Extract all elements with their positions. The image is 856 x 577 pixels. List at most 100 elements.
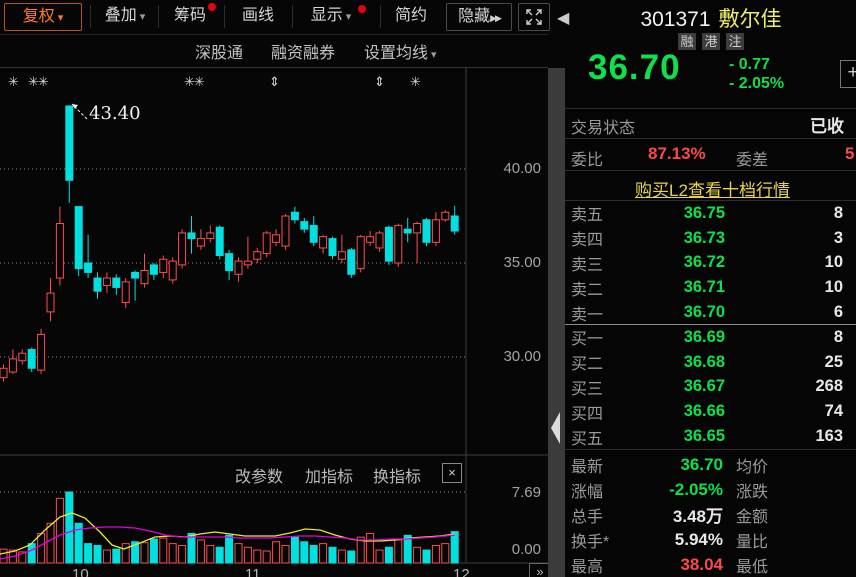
level-volume: 268 [725,377,843,396]
level-label: 卖三 [571,251,617,275]
level-label: 买四 [571,400,617,424]
margin-badge: 融 [678,33,696,50]
back-arrow-icon[interactable]: ◀ [557,8,569,28]
candlestick-chart[interactable] [0,68,548,577]
level-label: 卖一 [571,301,617,325]
notification-dot-icon [358,5,366,13]
szse-connect-tab[interactable]: 深股通 [195,42,243,66]
buy-4-row[interactable]: 买四36.6674 [565,399,856,424]
fullscreen-button[interactable] [518,3,550,31]
stats-row: 总手3.48万 金额1.29 [565,502,856,527]
level-volume: 10 [725,253,843,272]
stats-row: 涨幅-2.05% 涨跌▼0. [565,477,856,502]
level-volume: 74 [725,402,843,421]
panel-splitter[interactable] [548,68,565,577]
x-axis-month-label: 12 [453,566,470,577]
hk-connect-badge: 港 [702,33,720,50]
stats-grid: 最新36.70 均价37. 涨幅-2.05% 涨跌▼0. 总手3.48万 金额1… [565,452,856,577]
chip-distribution-button[interactable]: 筹码 [162,3,218,29]
volume-axis-tick: 7.69 [481,484,541,501]
simple-mode-button[interactable]: 简约 [386,3,436,29]
stat-label: 最低 [736,553,796,577]
display-label: 显示 [311,7,343,24]
switch-indicator-button[interactable]: 换指标 [373,463,421,487]
trade-status-value: 已收 [810,112,844,137]
stats-row: 换手*5.94% 量比1. [565,527,856,552]
change-params-button[interactable]: 改参数 [235,463,283,487]
overlay-button[interactable]: 叠加▾ [94,3,156,29]
sell-2-row[interactable]: 卖二36.7110 [565,275,856,300]
panel-divider [565,449,856,450]
stat-value-last: 36.70 [633,455,723,475]
buy-5-row[interactable]: 买五36.65163 [565,424,856,449]
panel-divider [565,138,856,139]
caret-down-icon: ▾ [58,12,64,24]
level-label: 买一 [571,325,617,349]
level-volume: 163 [725,427,843,446]
ma-settings-tab[interactable]: 设置均线▾ [364,42,437,66]
draw-line-button[interactable]: 画线 [230,3,286,29]
caret-down-icon: ▾ [140,11,146,23]
weicha-value: 5 [845,144,854,164]
toolbar-divider [292,5,293,28]
stat-label: 换手* [571,528,633,552]
high-price-annotation: 43.40 [89,103,141,124]
buy-3-row[interactable]: 买三36.67268 [565,375,856,400]
level-label: 买二 [571,350,617,374]
stat-value-turnover: 5.94% [633,530,723,550]
close-indicator-button[interactable]: × [442,463,462,483]
price-change: - 0.77 - 2.05% [729,55,784,93]
sell-1-row[interactable]: 卖一36.706 [565,300,856,325]
sell-5-row[interactable]: 卖五36.758 [565,201,856,226]
buy-l2-link[interactable]: 购买L2查看十档行情 [600,176,825,201]
level-label: 卖二 [571,276,617,300]
display-button[interactable]: 显示▾ [298,3,364,29]
margin-trading-tab[interactable]: 融资融券 [271,42,335,66]
hide-label: 隐藏 [458,8,490,25]
restoration-label: 复权 [23,8,55,25]
weibi-label: 委比 [571,146,603,170]
level-volume: 8 [725,204,843,223]
ma-settings-label: 设置均线 [364,45,428,62]
draw-line-label: 画线 [242,7,274,24]
buy-2-row[interactable]: 买二36.6825 [565,350,856,375]
buy-1-row[interactable]: 买一36.698 [565,325,856,350]
add-indicator-button[interactable]: 加指标 [305,463,353,487]
stock-title: 301371敷尔佳 [596,3,826,33]
stat-label: 金额 [736,503,796,527]
level-volume: 3 [725,229,843,248]
level-label: 卖五 [571,201,617,225]
stock-code: 301371 [640,8,710,31]
trading-app-window: 复权▾ 叠加▾ 筹码 画线 显示▾ 简约 隐藏▶▶ [0,0,856,577]
add-to-watchlist-button[interactable]: + [840,60,856,88]
level-price: 36.69 [617,328,725,347]
toolbar-divider [224,5,225,28]
stat-value-change-pct: -2.05% [633,480,723,500]
toolbar-divider [158,5,159,28]
restoration-button[interactable]: 复权▾ [4,3,82,31]
stat-label: 总手 [571,503,633,527]
x-axis-month-label: 10 [72,566,89,577]
close-icon: × [448,465,456,480]
collapse-panel-handle[interactable] [551,412,560,444]
overlay-label: 叠加 [105,7,137,24]
x-axis-month-label: 11 [245,566,261,577]
chip-label: 筹码 [174,7,206,24]
level-price: 36.66 [617,402,725,421]
trade-status-label: 交易状态 [571,114,635,138]
event-marker-icon: ✳ [8,74,18,90]
hide-panel-button[interactable]: 隐藏▶▶ [446,3,512,31]
toolbar: 复权▾ 叠加▾ 筹码 画线 显示▾ 简约 隐藏▶▶ [0,0,548,35]
level-price: 36.73 [617,229,725,248]
sell-buy-divider [565,324,856,325]
level-label: 买五 [571,425,617,449]
stat-label: 最高 [571,553,633,577]
level-label: 买三 [571,375,617,399]
sell-4-row[interactable]: 卖四36.733 [565,226,856,251]
level-price: 36.67 [617,377,725,396]
sell-3-row[interactable]: 卖三36.7210 [565,251,856,276]
level-volume: 25 [725,353,843,372]
stat-label: 均价 [736,453,796,477]
event-marker-icon: ⇕ [269,74,279,90]
caret-down-icon: ▾ [346,11,352,23]
